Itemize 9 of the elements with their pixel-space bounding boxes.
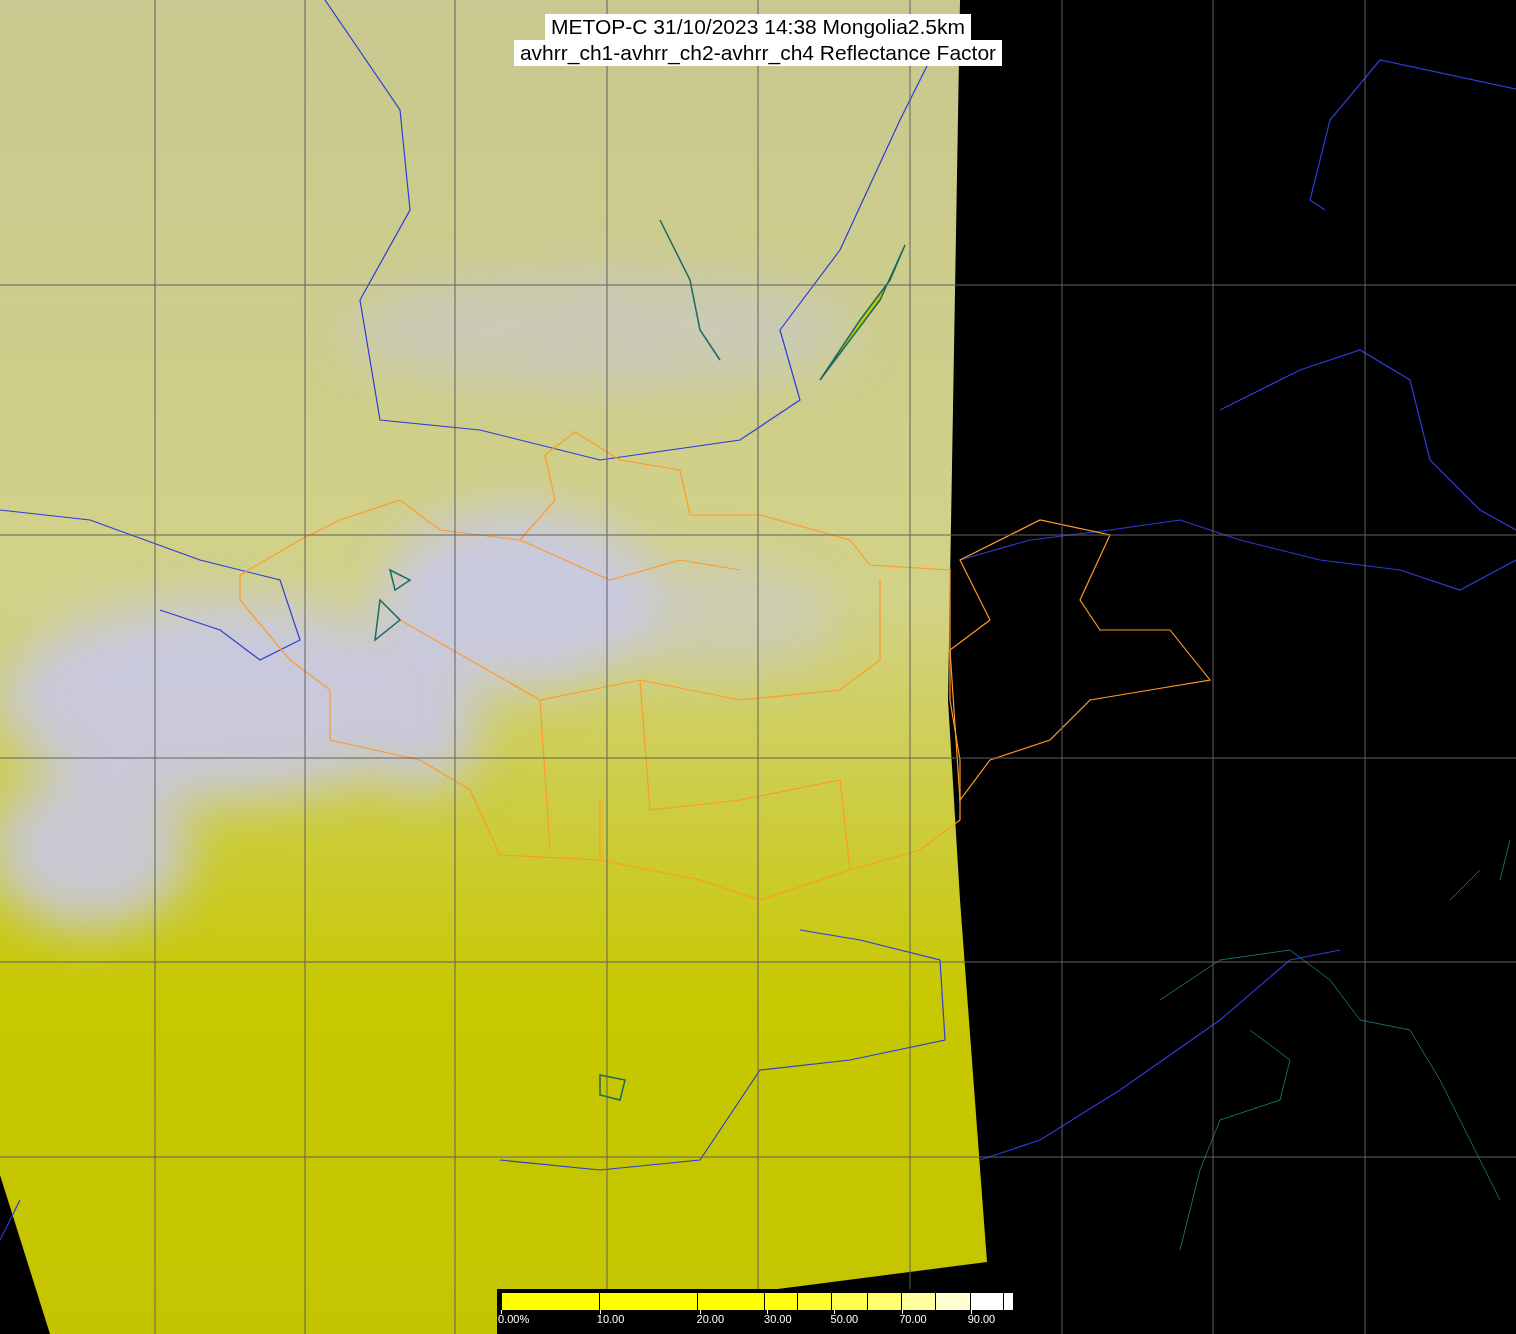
scale-label: 10.00	[596, 1313, 625, 1325]
map-title: METOP-C 31/10/2023 14:38 Mongolia2.5km	[545, 14, 971, 40]
map-title: avhrr_ch1-avhrr_ch2-avhrr_ch4 Reflectance Factor	[513, 40, 1003, 66]
scale-label: 20.00	[696, 1313, 725, 1325]
scale-label: 50.00	[830, 1313, 859, 1325]
scale-label: 90.00	[967, 1313, 996, 1325]
scale-label: 30.00	[764, 1313, 792, 1325]
scale-label: 0.00%	[498, 1313, 530, 1325]
scale-label: 70.00	[899, 1313, 927, 1325]
